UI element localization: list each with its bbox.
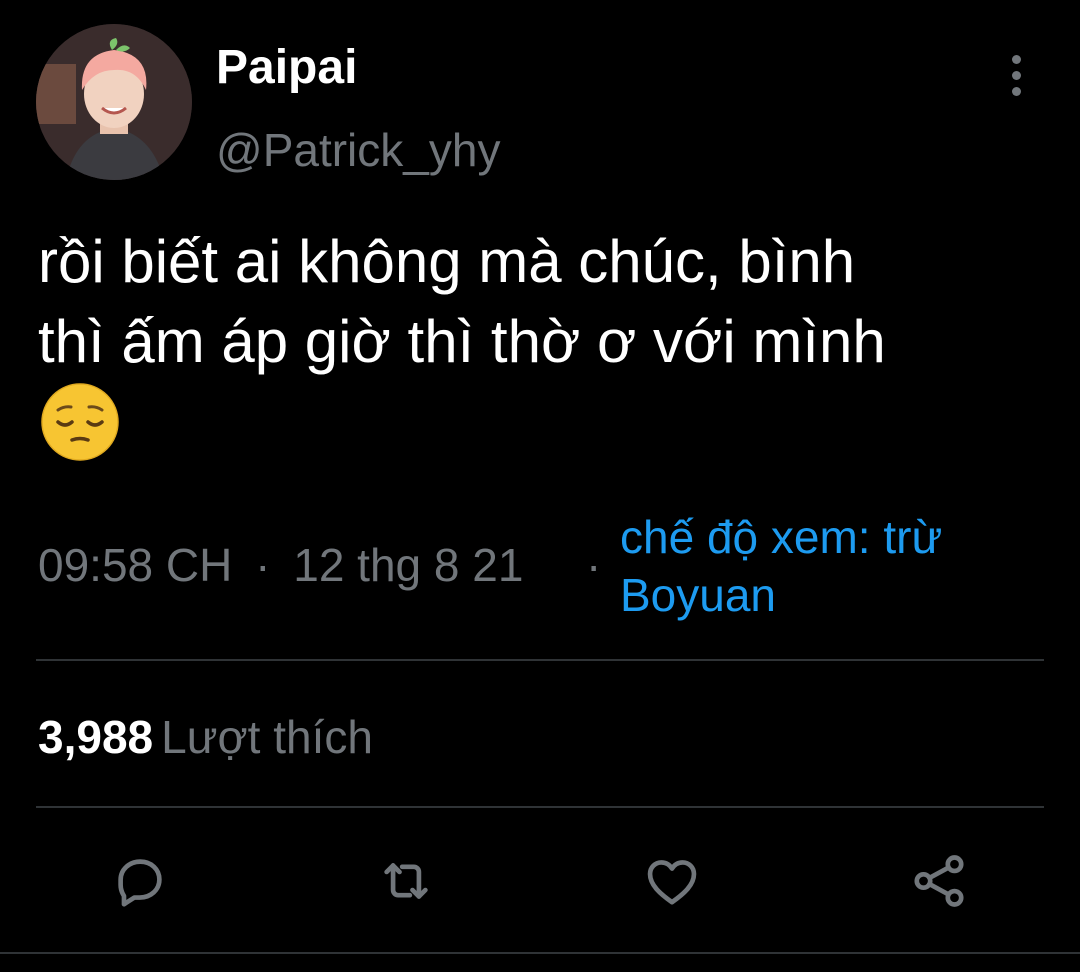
divider — [36, 806, 1044, 808]
meta-separator: · — [255, 539, 271, 591]
pensive-face-icon — [40, 382, 120, 462]
avatar-photo — [36, 24, 192, 180]
user-handle[interactable]: @Patrick_yhy — [216, 122, 500, 178]
tweet-date: 12 thg 8 21 — [293, 539, 524, 591]
reply-button[interactable] — [105, 846, 175, 916]
more-dot — [1011, 70, 1021, 80]
retweet-button[interactable] — [371, 846, 441, 916]
tweet-text: rồi biết ai không mà chúc, bình thì ấm á… — [38, 228, 886, 375]
retweet-icon — [384, 863, 428, 899]
avatar[interactable] — [36, 24, 192, 180]
tweet-timestamp: 09:58 CH · 12 thg 8 21 — [38, 536, 523, 594]
divider — [0, 952, 1080, 954]
share-button[interactable] — [904, 846, 974, 916]
likes-count: 3,988 — [38, 711, 154, 763]
more-options-button[interactable] — [996, 50, 1036, 100]
like-button[interactable] — [637, 846, 707, 916]
comment-icon — [118, 859, 162, 907]
more-dot — [1011, 54, 1021, 64]
likes-label: Lượt thích — [161, 711, 373, 763]
more-dot — [1011, 86, 1021, 96]
tweet-time: 09:58 CH — [38, 539, 233, 591]
share-icon — [914, 855, 964, 907]
display-name[interactable]: Paipai — [216, 40, 357, 96]
heart-icon — [647, 860, 697, 905]
view-mode-link[interactable]: chế độ xem: trừ Boyuan — [620, 508, 1040, 624]
meta-separator: · — [586, 539, 602, 591]
divider — [36, 659, 1044, 661]
likes-summary[interactable]: 3,988 Lượt thích — [38, 708, 373, 766]
